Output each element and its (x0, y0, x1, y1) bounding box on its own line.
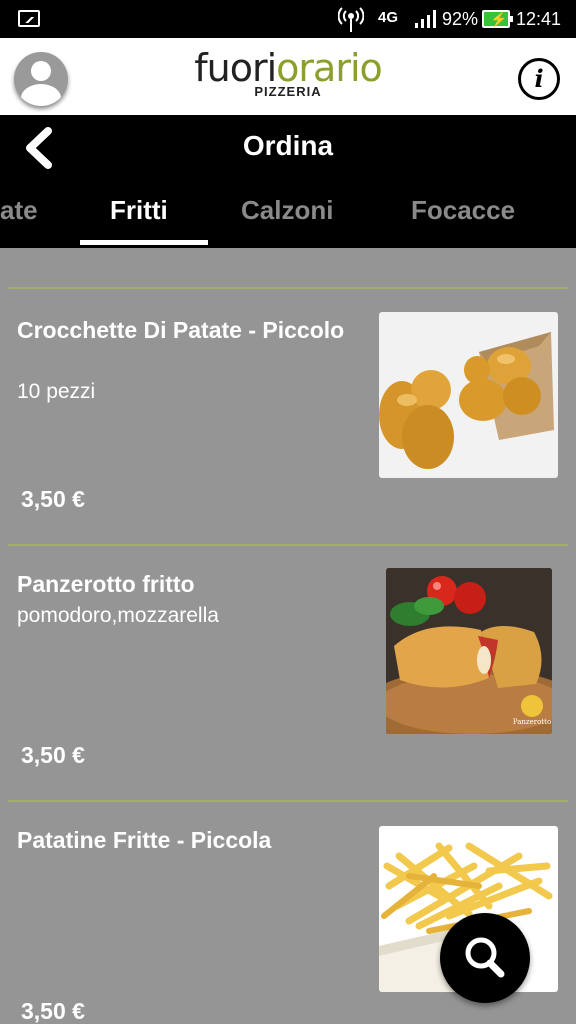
product-item[interactable]: Panzerotto fritto pomodoro,mozzarella 3,… (0, 546, 576, 800)
tab-fritti[interactable]: Fritti (110, 195, 168, 226)
active-tab-indicator (80, 240, 208, 245)
search-icon (465, 937, 505, 978)
product-price: 3,50 € (21, 486, 85, 512)
product-title: Crocchette Di Patate - Piccolo (17, 317, 345, 343)
search-button[interactable] (440, 913, 530, 1003)
signal-icon (415, 10, 436, 28)
title-bar: Ordina ate Fritti Calzoni Focacce (0, 115, 576, 248)
tab-calzoni[interactable]: Calzoni (241, 195, 333, 226)
category-tabs: ate Fritti Calzoni Focacce (0, 187, 576, 248)
battery-percentage: 92% (442, 9, 479, 29)
network-type: 4G (378, 9, 399, 26)
info-button[interactable]: i (518, 58, 560, 100)
page-title: Ordina (242, 130, 334, 161)
clock: 12:41 (516, 9, 562, 29)
product-item[interactable]: Crocchette Di Patate - Piccolo 10 pezzi … (0, 290, 576, 544)
gallery-icon (18, 10, 40, 27)
product-description: pomodoro,mozzarella (17, 604, 219, 627)
status-bar: 4G 92% ⚡ 12:41 (0, 0, 576, 38)
brand-logo: fuoriorario PIZZERIA (188, 49, 388, 99)
product-description: 10 pezzi (17, 380, 96, 403)
user-avatar-icon[interactable] (14, 52, 68, 106)
product-image-panzerotto[interactable]: Panzerotto (386, 568, 552, 734)
product-price: 3,50 € (21, 998, 85, 1024)
app-header: fuoriorario PIZZERIA i (0, 38, 576, 115)
product-title: Patatine Fritte - Piccola (17, 827, 272, 853)
battery-charging-icon: ⚡ (482, 10, 513, 28)
tab-focacce[interactable]: Focacce (411, 195, 515, 226)
product-list: Crocchette Di Patate - Piccolo 10 pezzi … (0, 248, 576, 1024)
product-title: Panzerotto fritto (17, 571, 195, 597)
product-image-croquettes[interactable] (379, 312, 558, 478)
product-price: 3,50 € (21, 742, 85, 768)
tab-patate[interactable]: ate (0, 195, 38, 226)
divider (8, 287, 568, 289)
hotspot-icon (338, 7, 364, 32)
svg-text:Panzerotto: Panzerotto (513, 718, 551, 726)
